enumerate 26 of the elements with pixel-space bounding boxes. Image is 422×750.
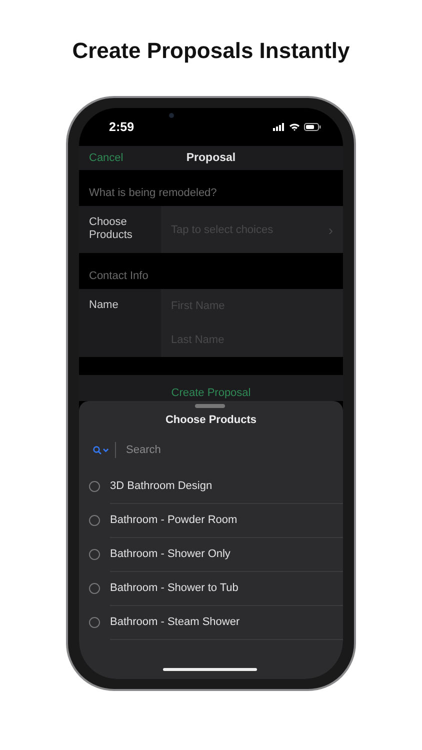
cancel-button[interactable]: Cancel bbox=[89, 152, 124, 164]
product-option[interactable]: Bathroom - Shower Only bbox=[110, 536, 343, 572]
radio-button[interactable] bbox=[89, 514, 100, 526]
section-header: What is being remodeled? bbox=[89, 187, 217, 199]
nav-title: Proposal bbox=[186, 152, 236, 164]
sheet-title: Choose Products bbox=[165, 414, 257, 426]
battery-icon bbox=[304, 123, 321, 131]
radio-button[interactable] bbox=[89, 548, 100, 560]
section-header: Contact Info bbox=[89, 270, 148, 282]
search-icon bbox=[93, 446, 109, 454]
sheet-grabber[interactable] bbox=[195, 404, 225, 408]
radio-button[interactable] bbox=[89, 480, 100, 492]
radio-button[interactable] bbox=[89, 616, 100, 628]
product-option[interactable]: Bathroom - Steam Shower bbox=[110, 604, 343, 640]
headline: Create Proposals Instantly bbox=[72, 38, 350, 65]
create-proposal-button[interactable]: Create Proposal bbox=[171, 387, 251, 401]
wifi-icon bbox=[289, 123, 300, 131]
signal-icon bbox=[273, 123, 285, 131]
product-option[interactable]: Bathroom - Shower to Tub bbox=[110, 570, 343, 606]
status-time: 2:59 bbox=[109, 120, 134, 134]
product-option[interactable]: Bathroom - Powder Room bbox=[110, 502, 343, 538]
radio-button[interactable] bbox=[89, 582, 100, 594]
row-label: Choose Products bbox=[88, 215, 134, 243]
search-field[interactable]: Search bbox=[122, 438, 333, 462]
product-option[interactable]: 3D Bathroom Design bbox=[110, 468, 343, 504]
row-label: Name bbox=[88, 298, 120, 313]
